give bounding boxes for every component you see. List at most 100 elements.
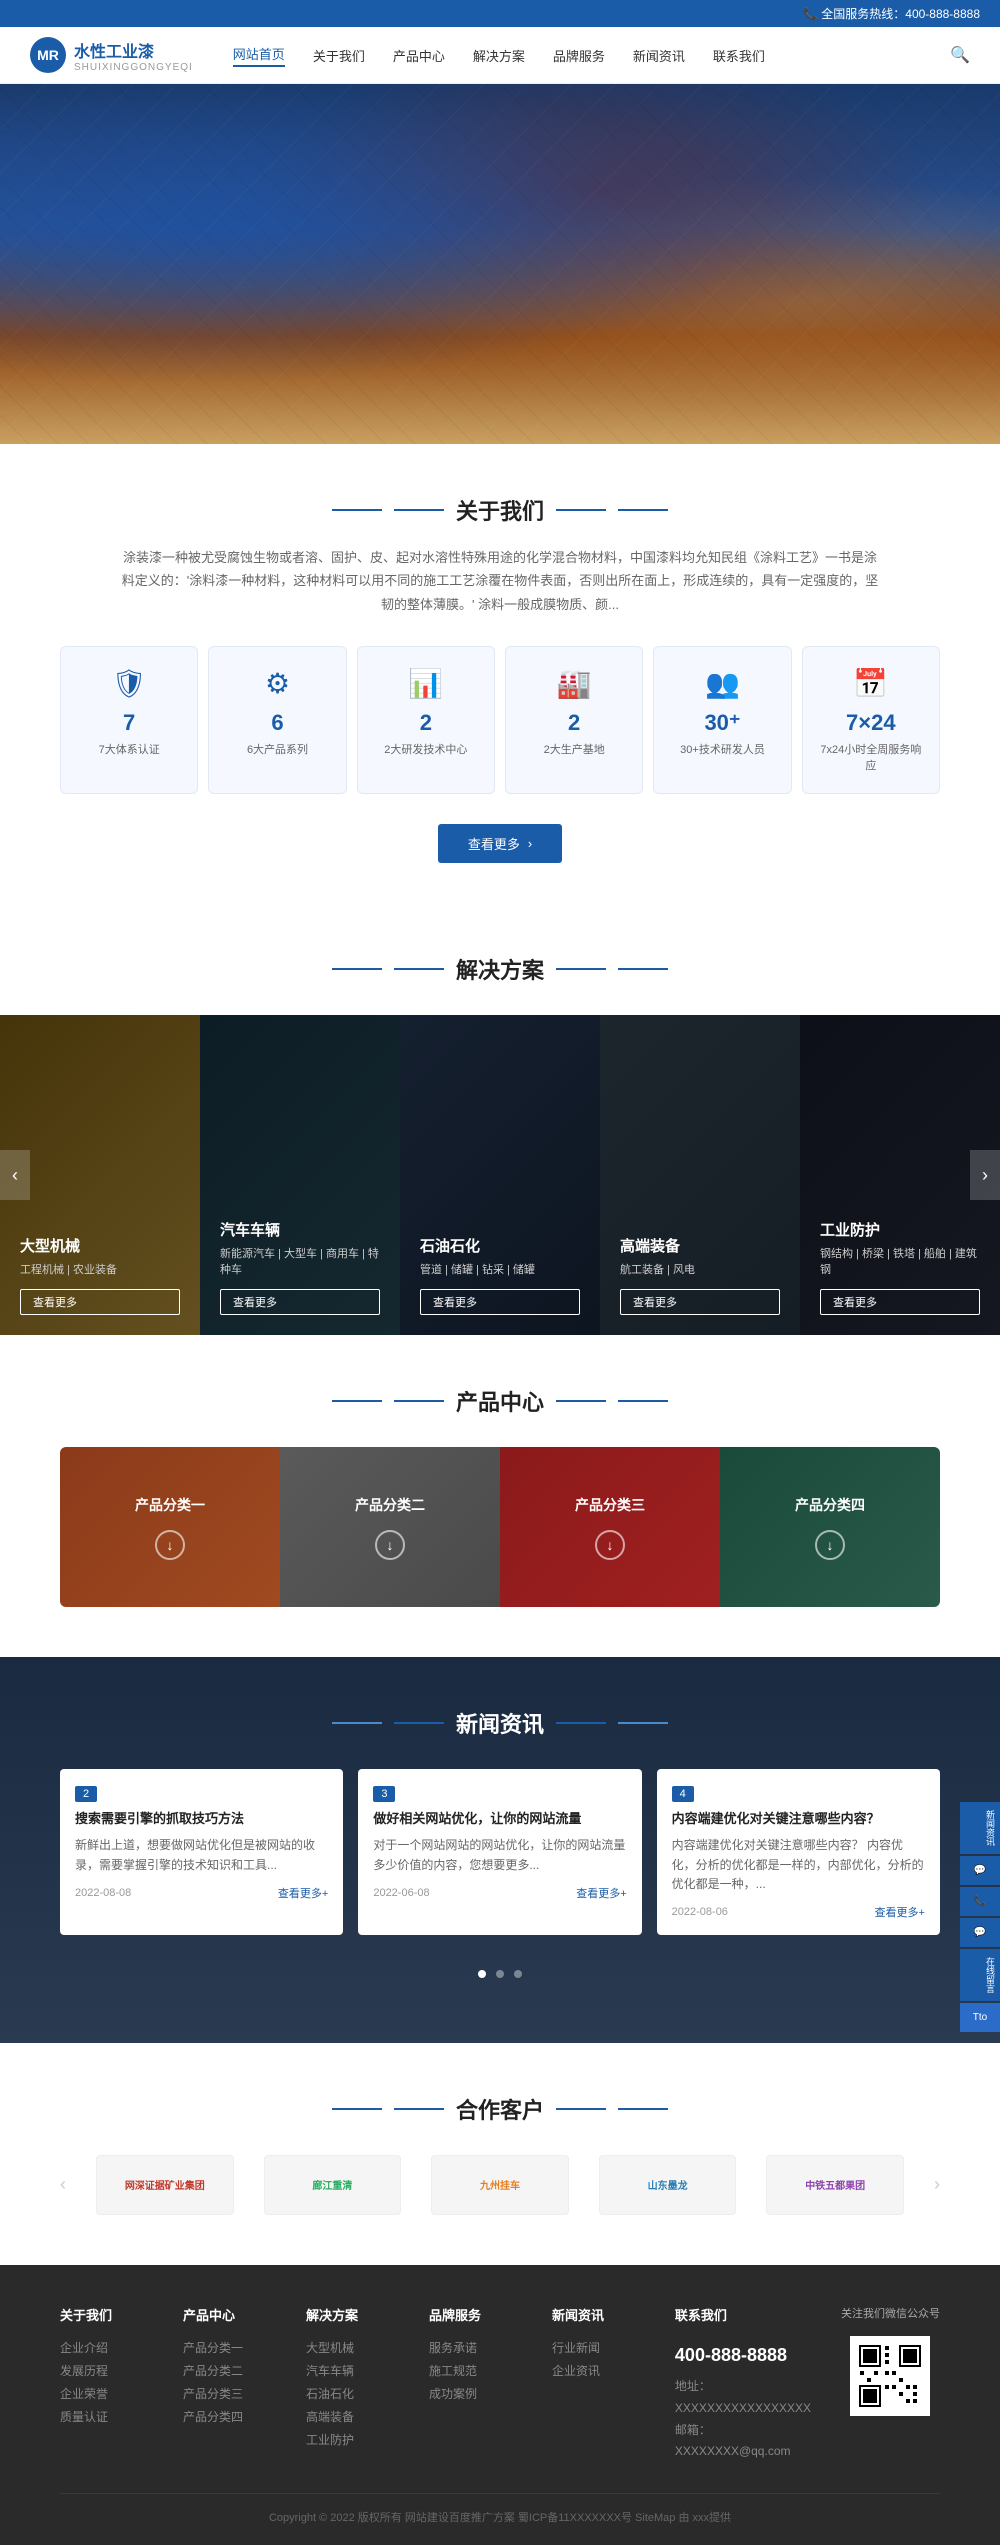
float-wechat-btn[interactable]: 💬 — [960, 1856, 1000, 1885]
solution-card-2[interactable]: 汽车车辆 新能源汽车 | 大型车 | 商用车 | 特种车 查看更多 — [200, 1015, 400, 1335]
news-more-2[interactable]: 查看更多+ — [576, 1885, 626, 1901]
news-section: 新闻资讯 2 搜索需要引擎的抓取技巧方法 新鲜出上道，想要做网站优化但是被网站的… — [0, 1657, 1000, 2043]
partner-logo-2: 廊江重清 — [264, 2155, 402, 2215]
sol-btn-3[interactable]: 查看更多 — [420, 1289, 580, 1315]
sol-title-5: 工业防护 — [820, 1219, 980, 1240]
news-tag-1: 2 — [75, 1786, 97, 1802]
logo-text-group: 水性工业漆 SHUIXINGGONGYEQI — [74, 38, 193, 73]
product-cat-4[interactable]: 产品分类四 ↓ — [720, 1447, 940, 1607]
logo-area: MR 水性工业漆 SHUIXINGGONGYEQI — [30, 37, 193, 73]
nav-news[interactable]: 新闻资讯 — [633, 46, 685, 65]
footer-link-3-1[interactable]: 大型机械 — [306, 2339, 399, 2356]
footer-link-2-1[interactable]: 产品分类一 — [183, 2339, 276, 2356]
news-cards: 2 搜索需要引擎的抓取技巧方法 新鲜出上道，想要做网站优化但是被网站的收录，需要… — [0, 1769, 1000, 1935]
footer-col-news: 新闻资讯 行业新闻 企业资讯 — [552, 2305, 645, 2463]
float-phone-btn[interactable]: 📞 — [960, 1887, 1000, 1916]
footer-link-2-2[interactable]: 产品分类二 — [183, 2362, 276, 2379]
solution-overlay-4: 高端装备 航工装备 | 风电 查看更多 — [600, 1015, 800, 1335]
float-message-btn[interactable]: 在线留言 — [960, 1949, 1000, 2001]
prod-label-3: 产品分类三 — [575, 1495, 645, 1515]
stat-service: 📅 7×24 7x24小时全周服务响应 — [802, 646, 940, 794]
partner-deco-right — [556, 2108, 606, 2110]
news-date-1: 2022-08-08 — [75, 1887, 131, 1899]
prod-label-1: 产品分类一 — [135, 1495, 205, 1515]
news-deco-right — [556, 1722, 606, 1724]
news-footer-2: 2022-06-08 查看更多+ — [373, 1885, 626, 1901]
news-tag-2: 3 — [373, 1786, 395, 1802]
nav-products[interactable]: 产品中心 — [393, 46, 445, 65]
float-news-btn[interactable]: 新闻资讯 — [960, 1802, 1000, 1854]
footer-products-links: 产品分类一 产品分类二 产品分类三 产品分类四 — [183, 2339, 276, 2425]
dot-1[interactable] — [478, 1970, 486, 1978]
stat-num-4: 2 — [521, 710, 627, 736]
footer-link-2-4[interactable]: 产品分类四 — [183, 2408, 276, 2425]
main-nav: 网站首页 关于我们 产品中心 解决方案 品牌服务 新闻资讯 联系我们 — [233, 44, 940, 67]
phone-icon: 📞 — [803, 7, 818, 21]
news-more-1[interactable]: 查看更多+ — [278, 1885, 328, 1901]
news-text-3: 内容端建优化对关键注意哪些内容？ 内容优化，分析的优化都是一样的，内部优化，分析… — [672, 1836, 925, 1894]
solution-card-1[interactable]: 大型机械 工程机械 | 农业装备 查看更多 — [0, 1015, 200, 1335]
partners-prev[interactable]: ‹ — [60, 2174, 66, 2195]
footer-link-3-4[interactable]: 高端装备 — [306, 2408, 399, 2425]
footer-link-3-3[interactable]: 石油石化 — [306, 2385, 399, 2402]
float-qq-btn[interactable]: 💬 — [960, 1918, 1000, 1947]
prod-label-4: 产品分类四 — [795, 1495, 865, 1515]
nav-home[interactable]: 网站首页 — [233, 44, 285, 67]
solutions-section: 解决方案 ‹ 大型机械 工程机械 | 农业装备 查看更多 汽车车辆 新能源汽车 … — [0, 913, 1000, 1335]
footer-link-4-3[interactable]: 成功案例 — [429, 2385, 522, 2402]
news-more-3[interactable]: 查看更多+ — [875, 1904, 925, 1920]
sol-btn-5[interactable]: 查看更多 — [820, 1289, 980, 1315]
dot-3[interactable] — [514, 1970, 522, 1978]
prod-icon-3: ↓ — [595, 1530, 625, 1560]
product-cat-2[interactable]: 产品分类二 ↓ — [280, 1447, 500, 1607]
footer-link-3-2[interactable]: 汽车车辆 — [306, 2362, 399, 2379]
nav-contact[interactable]: 联系我们 — [713, 46, 765, 65]
slider-next-btn[interactable]: › — [970, 1150, 1000, 1200]
footer-link-3-5[interactable]: 工业防护 — [306, 2431, 399, 2448]
news-date-2: 2022-06-08 — [373, 1887, 429, 1899]
stat-icon-5: 👥 — [669, 667, 775, 700]
about-more-btn[interactable]: 查看更多 › — [438, 824, 562, 863]
sol-deco-left — [394, 968, 444, 970]
stat-icon-6: 📅 — [818, 667, 924, 700]
sol-deco-right — [556, 968, 606, 970]
nav-solutions[interactable]: 解决方案 — [473, 46, 525, 65]
news-title-1: 搜索需要引擎的抓取技巧方法 — [75, 1810, 328, 1828]
prod-label-2: 产品分类二 — [355, 1495, 425, 1515]
footer-link-5-2[interactable]: 企业资讯 — [552, 2362, 645, 2379]
partners-next[interactable]: › — [934, 2174, 940, 2195]
solution-card-3[interactable]: 石油石化 管道 | 储罐 | 钻采 | 储罐 查看更多 — [400, 1015, 600, 1335]
footer: 关于我们 企业介绍 发展历程 企业荣誉 质量认证 产品中心 产品分类一 产品分类… — [0, 2265, 1000, 2545]
footer-link-1-1[interactable]: 企业介绍 — [60, 2339, 153, 2356]
float-top-btn[interactable]: Tto — [960, 2003, 1000, 2032]
title-deco-right — [556, 509, 606, 511]
footer-link-1-3[interactable]: 企业荣誉 — [60, 2385, 153, 2402]
search-icon[interactable]: 🔍 — [950, 45, 970, 65]
partner-logo-3: 九州挂车 — [431, 2155, 569, 2215]
product-cat-1[interactable]: 产品分类一 ↓ — [60, 1447, 280, 1607]
nav-about[interactable]: 关于我们 — [313, 46, 365, 65]
footer-link-5-1[interactable]: 行业新闻 — [552, 2339, 645, 2356]
slider-prev-btn[interactable]: ‹ — [0, 1150, 30, 1200]
footer-brand-links: 服务承诺 施工规范 成功案例 — [429, 2339, 522, 2402]
footer-col-contact-title: 联系我们 — [675, 2305, 811, 2324]
stat-icon-3: 📊 — [373, 667, 479, 700]
footer-link-4-2[interactable]: 施工规范 — [429, 2362, 522, 2379]
footer-link-2-3[interactable]: 产品分类三 — [183, 2385, 276, 2402]
solution-card-4[interactable]: 高端装备 航工装备 | 风电 查看更多 — [600, 1015, 800, 1335]
dot-2[interactable] — [496, 1970, 504, 1978]
footer-link-1-2[interactable]: 发展历程 — [60, 2362, 153, 2379]
news-deco-left — [394, 1722, 444, 1724]
footer-link-4-1[interactable]: 服务承诺 — [429, 2339, 522, 2356]
partners-row: ‹ 网深证据矿业集团 廊江重清 九州挂车 山东墨龙 中铁五都果团 › — [60, 2155, 940, 2215]
footer-col-brand-title: 品牌服务 — [429, 2305, 522, 2324]
nav-brand[interactable]: 品牌服务 — [553, 46, 605, 65]
sol-btn-2[interactable]: 查看更多 — [220, 1289, 380, 1315]
sol-btn-4[interactable]: 查看更多 — [620, 1289, 780, 1315]
hero-banner — [0, 84, 1000, 444]
footer-link-1-4[interactable]: 质量认证 — [60, 2408, 153, 2425]
title-deco-left — [394, 509, 444, 511]
product-cat-3[interactable]: 产品分类三 ↓ — [500, 1447, 720, 1607]
sol-btn-1[interactable]: 查看更多 — [20, 1289, 180, 1315]
news-footer-3: 2022-08-06 查看更多+ — [672, 1904, 925, 1920]
